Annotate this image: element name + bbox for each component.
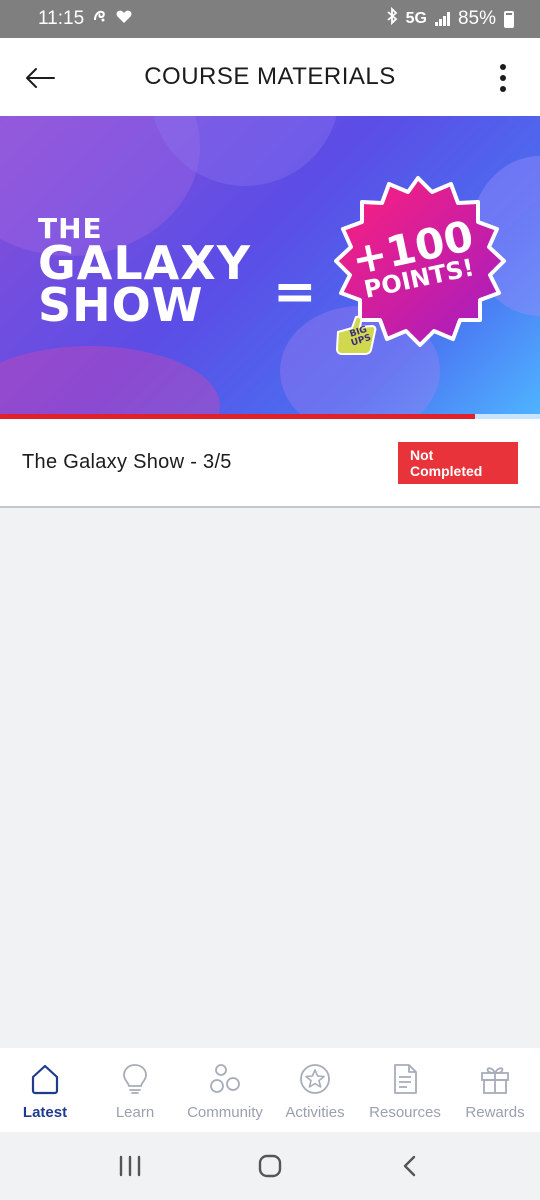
signal-icon (434, 12, 450, 26)
course-item-title: The Galaxy Show - 3/5 (22, 451, 232, 473)
battery-percent: 85% (457, 8, 496, 29)
nav-item-resources[interactable]: Resources (360, 1048, 450, 1132)
more-vertical-icon (500, 64, 506, 70)
community-icon (210, 1064, 240, 1093)
page-title: COURSE MATERIALS (144, 63, 396, 90)
home-button[interactable] (248, 1144, 292, 1188)
status-left: 11:15 (38, 8, 132, 30)
recent-apps-button[interactable] (108, 1144, 152, 1188)
battery-icon (504, 10, 514, 28)
bluetooth-icon (386, 6, 398, 31)
nav-item-latest[interactable]: Latest (0, 1048, 90, 1132)
system-navigation-bar (0, 1132, 540, 1200)
status-time: 11:15 (38, 8, 85, 29)
network-type: 5G (405, 10, 427, 27)
banner-title: THE GALAXY SHOW (38, 215, 251, 333)
heart-icon (116, 8, 132, 30)
arrow-left-icon (26, 68, 55, 88)
chevron-left-icon (403, 1155, 416, 1177)
banner-equals: = (273, 262, 317, 322)
nav-label-latest: Latest (22, 1104, 68, 1121)
nav-label-community: Community (187, 1104, 263, 1121)
nav-label-activities: Activities (285, 1104, 345, 1121)
home-circle-icon (258, 1154, 282, 1178)
bottom-navigation: Latest Learn Community Activities Resour… (0, 1048, 540, 1132)
more-options-button[interactable] (498, 64, 508, 92)
nav-label-learn: Learn (115, 1104, 155, 1121)
status-right: 5G 85% (386, 6, 514, 31)
completion-status-badge: Not Completed (398, 441, 518, 484)
nav-label-resources: Resources (369, 1104, 441, 1121)
back-button[interactable] (22, 60, 58, 96)
status-bar: 11:15 5G 85% (0, 0, 540, 38)
course-banner: THE GALAXY SHOW = +100 POINTS! BIG UPS (0, 116, 540, 416)
recent-apps-icon (119, 1155, 141, 1177)
banner-title-line3: SHOW (38, 278, 204, 333)
lightbulb-icon (123, 1064, 147, 1094)
nav-item-activities[interactable]: Activities (270, 1048, 360, 1132)
star-badge-icon (300, 1064, 330, 1094)
nav-item-learn[interactable]: Learn (90, 1048, 180, 1132)
notification-icon (92, 8, 108, 30)
screen: 11:15 5G 85% COURSE MATERIALS THE GALAXY… (0, 0, 540, 1200)
course-item-row[interactable]: The Galaxy Show - 3/5 Not Completed (0, 419, 540, 508)
gift-icon (481, 1067, 509, 1094)
system-back-button[interactable] (388, 1144, 432, 1188)
home-icon (31, 1064, 59, 1095)
nav-item-rewards[interactable]: Rewards (450, 1048, 540, 1132)
document-icon (394, 1064, 417, 1094)
app-bar: COURSE MATERIALS (0, 38, 540, 116)
nav-label-rewards: Rewards (465, 1104, 525, 1121)
nav-item-community[interactable]: Community (180, 1048, 270, 1132)
